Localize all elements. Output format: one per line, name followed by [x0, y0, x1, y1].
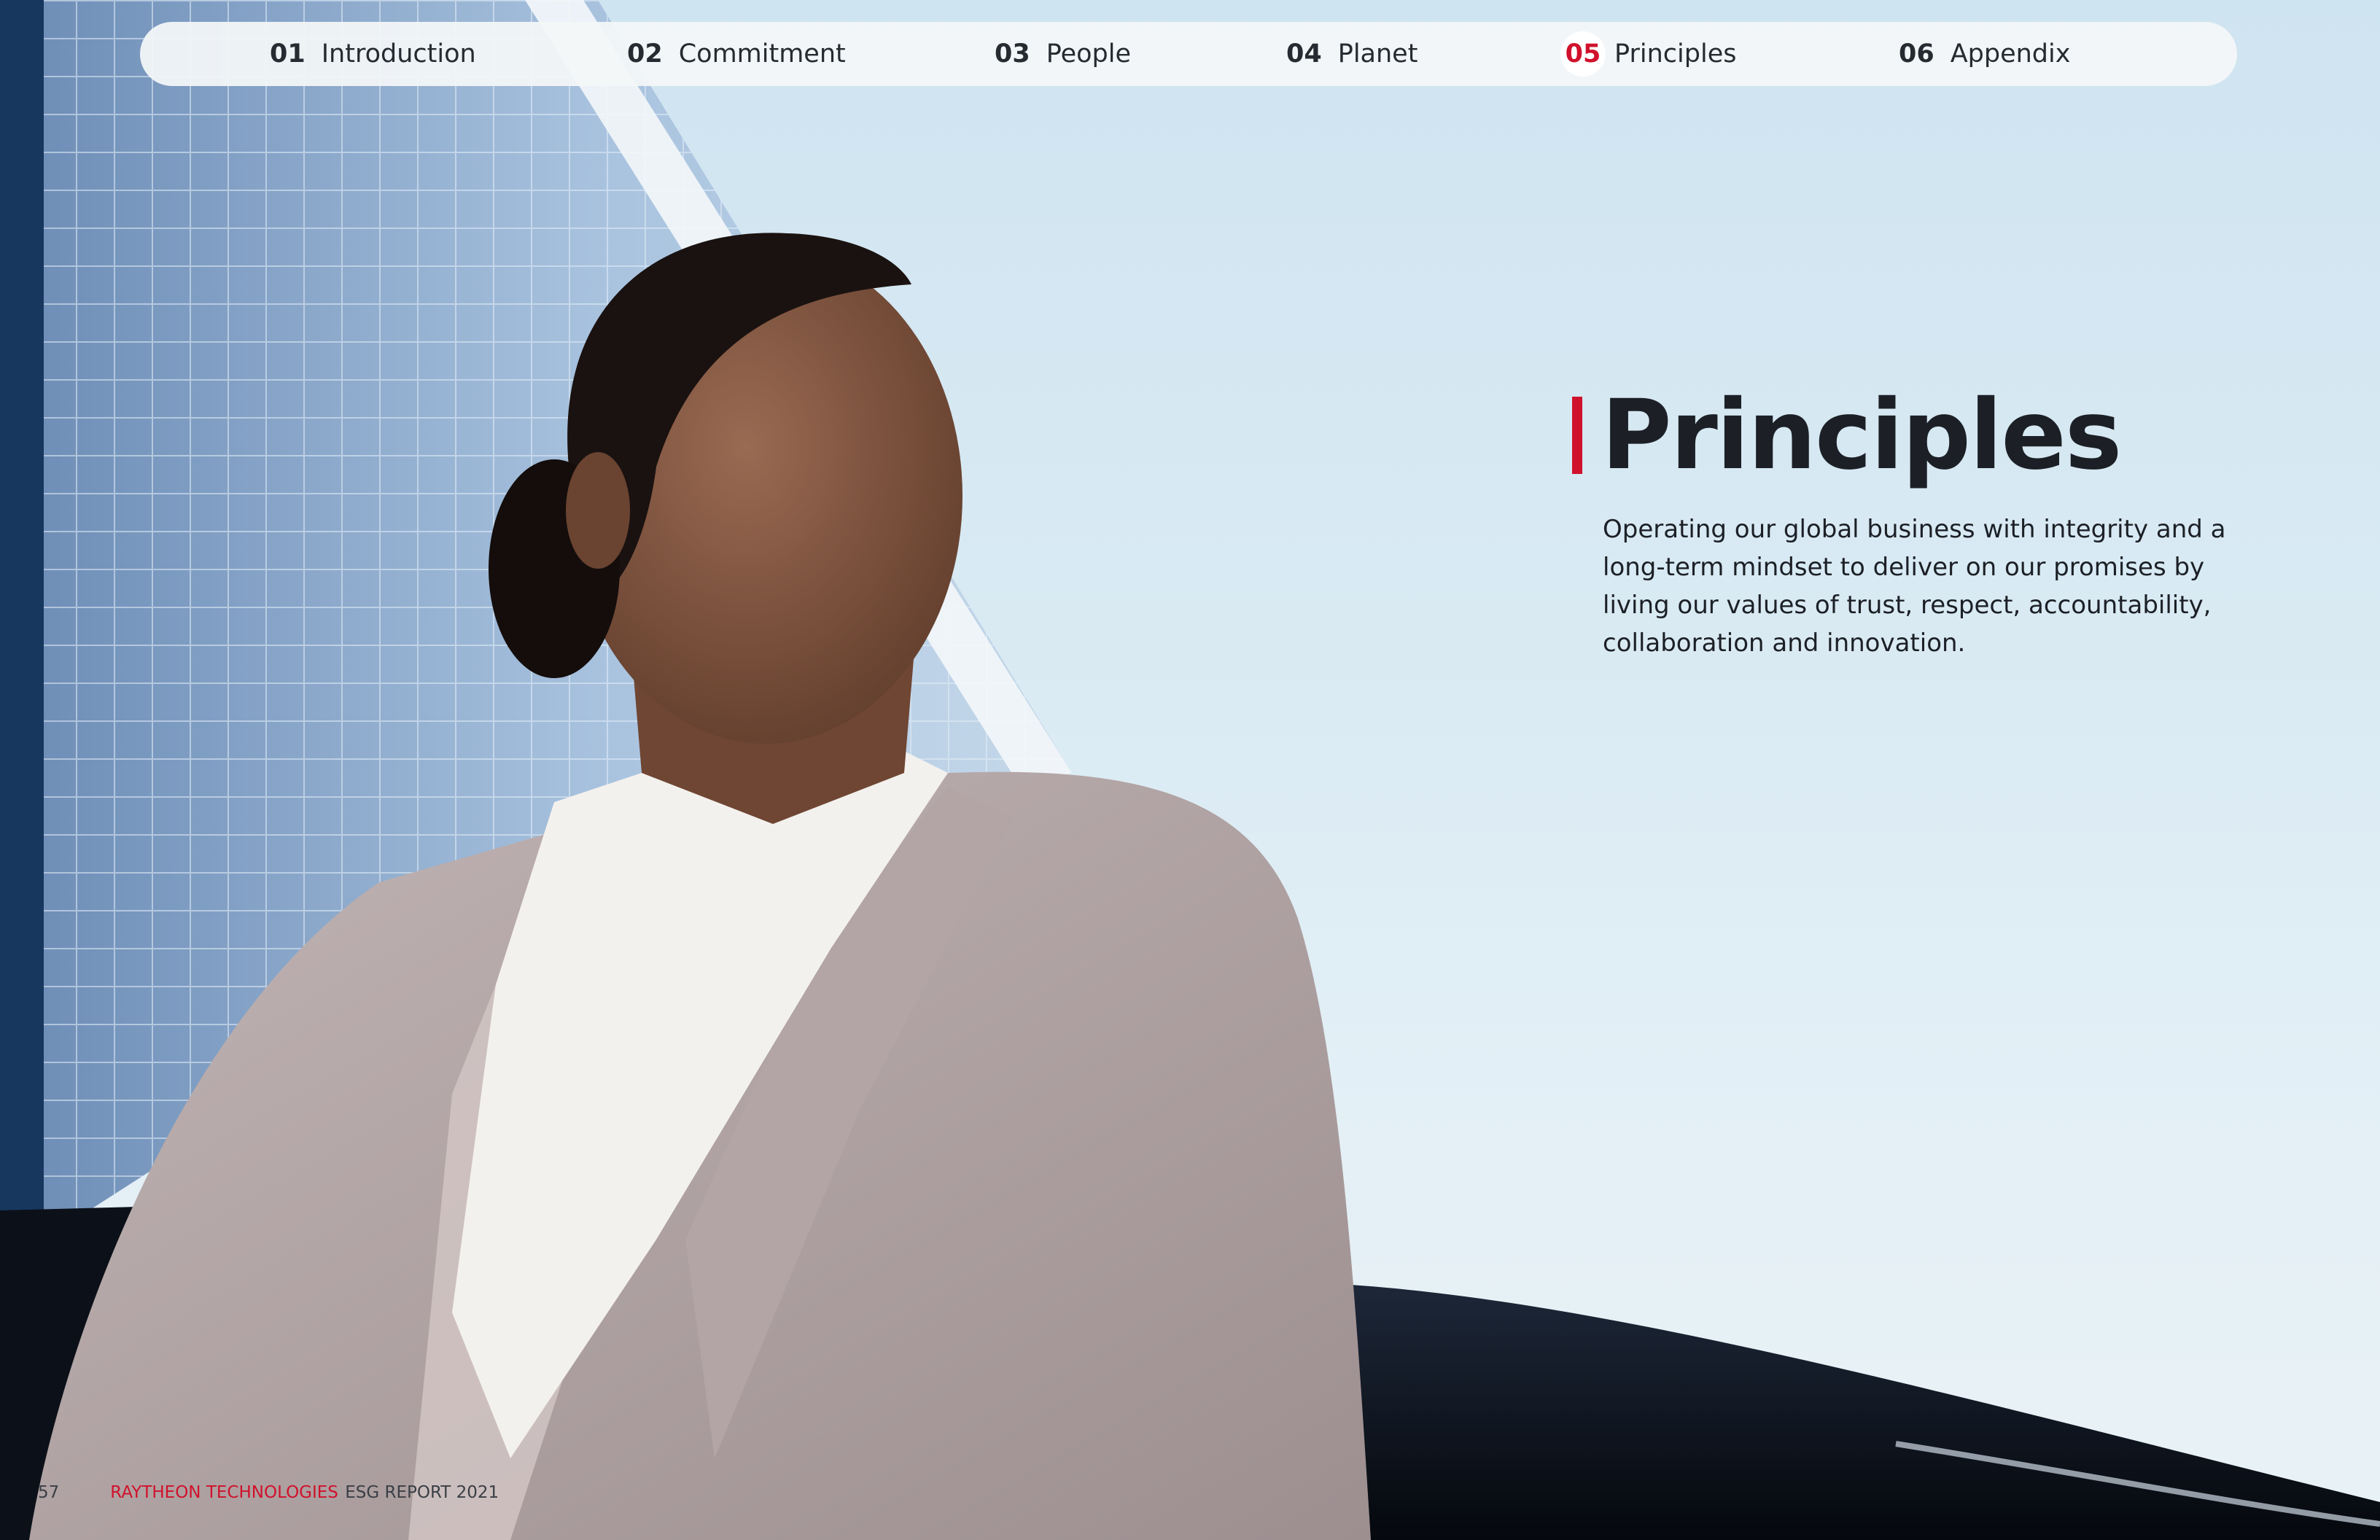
nav-label: People	[1046, 39, 1131, 69]
nav-label: Introduction	[321, 39, 476, 69]
car-roof	[1240, 1283, 2380, 1540]
nav-item-introduction[interactable]: 01 Introduction	[270, 22, 476, 86]
section-heading: Principles	[1572, 379, 2122, 491]
nav-number-active: 05	[1560, 31, 1606, 77]
report-name: ESG REPORT 2021	[345, 1483, 499, 1502]
nav-item-principles[interactable]: 05 Principles	[1560, 22, 1737, 86]
page-title: Principles	[1601, 379, 2122, 491]
nav-label: Appendix	[1950, 39, 2071, 69]
nav-item-planet[interactable]: 04 Planet	[1286, 22, 1418, 86]
hero-photo	[0, 0, 2380, 1540]
nav-item-people[interactable]: 03 People	[995, 22, 1131, 86]
nav-item-commitment[interactable]: 02 Commitment	[627, 22, 846, 86]
accent-bar	[1572, 397, 1582, 474]
nav-number: 03	[995, 39, 1030, 69]
page-footer: 57 RAYTHEON TECHNOLOGIES ESG REPORT 2021	[38, 1483, 499, 1502]
nav-label: Planet	[1337, 39, 1418, 69]
page-number: 57	[38, 1483, 60, 1502]
nav-item-appendix[interactable]: 06 Appendix	[1899, 22, 2070, 86]
section-nav: 01 Introduction 02 Commitment 03 People …	[140, 22, 2237, 86]
nav-number: 01	[270, 39, 306, 69]
section-intro: Operating our global business with integ…	[1603, 515, 2226, 658]
nav-number: 02	[627, 39, 663, 69]
nav-label: Commitment	[678, 39, 846, 69]
nav-number: 04	[1286, 39, 1322, 69]
nav-label: Principles	[1614, 39, 1737, 69]
brand-name: RAYTHEON TECHNOLOGIES	[110, 1483, 338, 1502]
nav-number: 06	[1899, 39, 1934, 69]
